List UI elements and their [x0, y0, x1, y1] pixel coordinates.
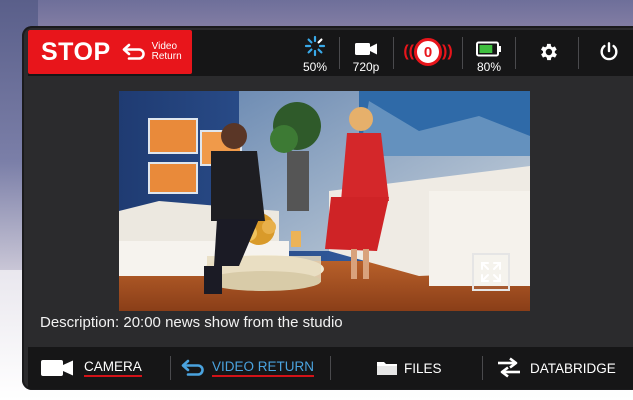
video-preview[interactable]: [119, 91, 530, 311]
divider: [393, 37, 394, 69]
return-arrow-icon: [181, 359, 204, 376]
power-icon: [600, 42, 618, 61]
video-camera-icon: [41, 360, 73, 376]
divider: [330, 356, 331, 380]
expand-icon: [481, 262, 501, 282]
resolution-value: 720p: [352, 60, 380, 74]
nav-camera[interactable]: CAMERA: [40, 350, 142, 386]
nav-databridge-label: DATABRIDGE: [530, 360, 616, 376]
recording-count: 0: [414, 38, 442, 66]
divider: [578, 37, 579, 69]
nav-video-return[interactable]: VIDEO RETURN: [180, 350, 315, 386]
battery-icon: [476, 41, 501, 57]
settings-button[interactable]: [531, 36, 565, 68]
gear-icon: [541, 43, 557, 61]
nav-files[interactable]: FILES: [376, 350, 442, 386]
battery-status: 80%: [470, 32, 508, 74]
video-camera-icon: [355, 43, 377, 55]
studio-scene-image: [119, 91, 530, 311]
resolution-status: 720p: [347, 32, 385, 74]
signal-value: 50%: [302, 60, 328, 74]
divider: [170, 356, 171, 380]
transfer-arrows-icon: [498, 357, 520, 378]
divider: [482, 356, 483, 380]
video-description: Description: 20:00 news show from the st…: [40, 314, 343, 331]
recording-wave-right-icon: )): [442, 43, 453, 60]
stop-label: STOP: [41, 37, 111, 66]
signal-spinner-icon: [304, 35, 326, 57]
stop-sublabel-line2: Return: [151, 51, 182, 62]
battery-value: 80%: [476, 60, 502, 74]
fullscreen-button[interactable]: [472, 253, 510, 291]
return-arrow-icon: [122, 43, 145, 60]
power-button[interactable]: [592, 36, 626, 68]
nav-camera-label: CAMERA: [84, 359, 142, 377]
recording-wave-left-icon: ((: [403, 43, 414, 60]
stop-sublabel: Video Return: [152, 42, 182, 62]
divider: [339, 37, 340, 69]
divider: [515, 37, 516, 69]
signal-status: 50%: [298, 32, 332, 74]
folder-icon: [377, 362, 397, 375]
stop-video-return-button[interactable]: STOP Video Return: [28, 30, 192, 74]
nav-video-return-label: VIDEO RETURN: [212, 359, 315, 377]
recording-indicator[interactable]: (( 0 )): [402, 36, 454, 68]
nav-databridge[interactable]: DATABRIDGE: [496, 350, 616, 386]
nav-files-label: FILES: [404, 360, 442, 376]
divider: [462, 37, 463, 69]
